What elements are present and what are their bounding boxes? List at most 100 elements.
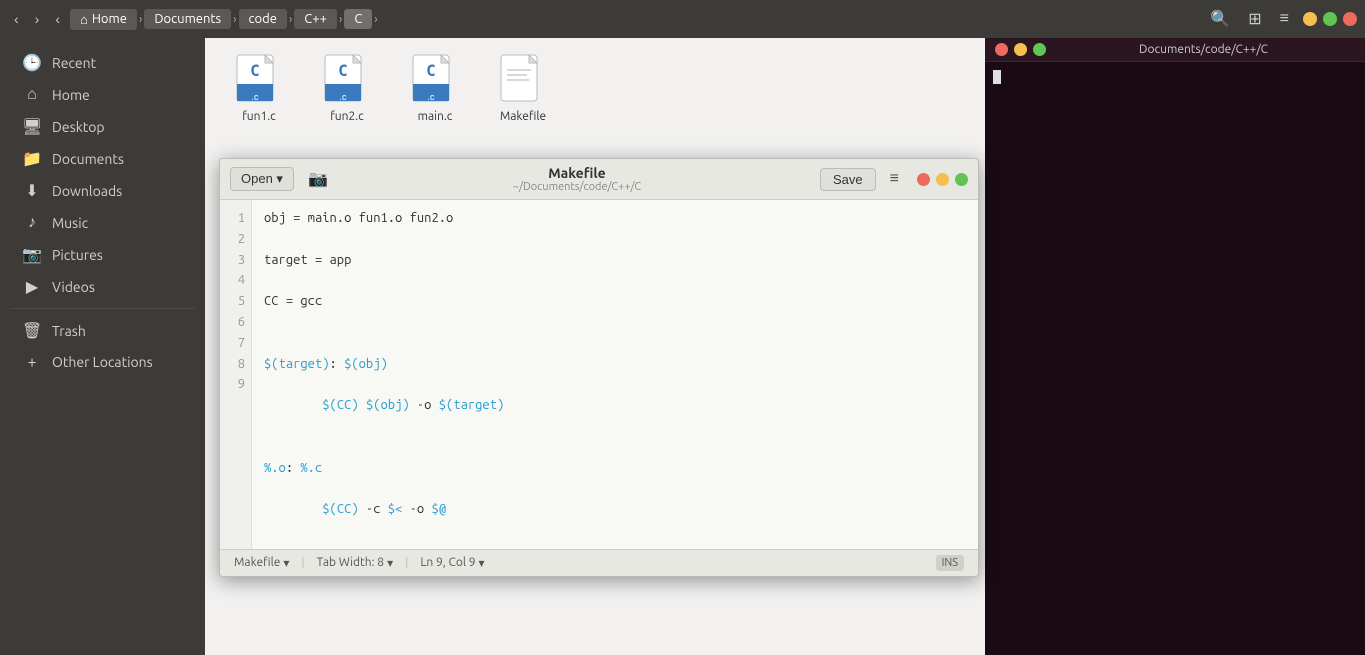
sidebar-item-recent[interactable]: 🕒 Recent <box>6 47 199 78</box>
editor-maximize-button[interactable] <box>955 173 968 186</box>
terminal-titlebar: Documents/code/C++/C <box>985 38 1365 62</box>
sidebar-item-pictures[interactable]: 📷 Pictures <box>6 239 199 270</box>
breadcrumb-c[interactable]: C <box>344 9 372 29</box>
cursor-position-label: Ln 9, Col 9 <box>420 556 475 569</box>
editor-window-controls <box>917 173 968 186</box>
file-item-fun2c[interactable]: C .c fun2.c <box>307 48 387 129</box>
breadcrumb-cpp-label: C++ <box>304 12 327 26</box>
breadcrumb-c-label: C <box>354 12 362 26</box>
terminal-maximize-button[interactable] <box>1033 43 1046 56</box>
documents-icon: 📁 <box>22 149 42 168</box>
sidebar-item-desktop[interactable]: 🖥 Desktop <box>6 111 199 142</box>
terminal-panel: Documents/code/C++/C <box>985 38 1365 655</box>
statusbar-sep2: | <box>405 556 408 569</box>
cursor-position-arrow-icon: ▾ <box>479 556 485 570</box>
breadcrumb-sep-3: › <box>287 13 294 26</box>
makefile-icon <box>499 54 547 106</box>
editor-content: 1234 56789 obj = main.o fun1.o fun2.o ta… <box>220 200 978 549</box>
window-controls <box>1303 12 1357 26</box>
sidebar-item-music[interactable]: ♪ Music <box>6 207 199 238</box>
sidebar-item-home[interactable]: ⌂ Home <box>6 79 199 110</box>
c-file-icon-fun1: C .c <box>235 54 283 106</box>
editor-filepath: ~/Documents/code/C++/C <box>342 181 812 193</box>
code-editor[interactable]: obj = main.o fun1.o fun2.o target = app … <box>252 200 978 549</box>
svg-text:C: C <box>426 61 436 80</box>
breadcrumb-sep-5: › <box>372 13 379 26</box>
editor-toolbar-icon-button[interactable]: 📷 <box>302 166 334 192</box>
svg-text:.c: .c <box>339 92 347 102</box>
nav-back-button[interactable]: ‹ <box>8 7 25 31</box>
window-close-button[interactable] <box>1343 12 1357 26</box>
main-layout: 🕒 Recent ⌂ Home 🖥 Desktop 📁 Documents ⬇ … <box>0 38 1365 655</box>
editor-save-button[interactable]: Save <box>820 168 876 191</box>
svg-text:C: C <box>338 61 348 80</box>
window-minimize-button[interactable] <box>1303 12 1317 26</box>
terminal-title: Documents/code/C++/C <box>1052 43 1355 56</box>
breadcrumb-sep-2: › <box>231 13 238 26</box>
music-icon: ♪ <box>22 213 42 232</box>
trash-icon: 🗑 <box>22 321 42 340</box>
cursor-position[interactable]: Ln 9, Col 9 ▾ <box>416 554 488 572</box>
editor-close-button[interactable] <box>917 173 930 186</box>
filetype-arrow-icon: ▾ <box>283 556 289 570</box>
sidebar-item-home-label: Home <box>52 87 90 103</box>
editor-minimize-button[interactable] <box>936 173 949 186</box>
nav-forward-button[interactable]: › <box>29 7 46 31</box>
other-locations-icon: + <box>22 353 42 371</box>
nav-up-button[interactable]: ‹ <box>49 7 66 31</box>
file-area: C .c fun1.c C .c fun2.c <box>205 38 1365 655</box>
sidebar-item-videos[interactable]: ▶ Videos <box>6 271 199 302</box>
terminal-minimize-button[interactable] <box>1014 43 1027 56</box>
file-item-fun1c[interactable]: C .c fun1.c <box>219 48 299 129</box>
editor-open-label: Open ▾ <box>241 171 283 187</box>
c-file-icon-fun2: C .c <box>323 54 371 106</box>
sidebar-separator <box>10 308 195 309</box>
sidebar-item-desktop-label: Desktop <box>52 119 105 135</box>
editor-title-center: Makefile ~/Documents/code/C++/C <box>342 165 812 193</box>
sidebar-item-recent-label: Recent <box>52 55 96 71</box>
sidebar-item-videos-label: Videos <box>52 279 95 295</box>
c-file-icon-main: C .c <box>411 54 459 106</box>
window-maximize-button[interactable] <box>1323 12 1337 26</box>
recent-icon: 🕒 <box>22 53 42 72</box>
file-label-mainc: main.c <box>418 110 453 123</box>
sidebar-item-downloads[interactable]: ⬇ Downloads <box>6 175 199 206</box>
grid-view-button[interactable]: ⊞ <box>1242 5 1267 33</box>
tab-width-selector[interactable]: Tab Width: 8 ▾ <box>313 554 397 572</box>
sidebar-item-other-label: Other Locations <box>52 354 153 370</box>
editor-open-button[interactable]: Open ▾ <box>230 167 294 191</box>
breadcrumb-documents[interactable]: Documents <box>144 9 231 29</box>
breadcrumb-code[interactable]: code <box>239 9 287 29</box>
terminal-close-button[interactable] <box>995 43 1008 56</box>
breadcrumb: ⌂ Home › Documents › code › C++ › C › <box>70 9 1200 30</box>
menu-button[interactable]: ≡ <box>1274 6 1295 32</box>
file-item-mainc[interactable]: C .c main.c <box>395 48 475 129</box>
videos-icon: ▶ <box>22 277 42 296</box>
file-label-makefile: Makefile <box>500 110 546 123</box>
editor-titlebar: Open ▾ 📷 Makefile ~/Documents/code/C++/C… <box>220 159 978 200</box>
insert-mode: INS <box>932 553 968 573</box>
insert-mode-label: INS <box>936 555 964 571</box>
editor-menu-button[interactable]: ≡ <box>884 167 905 191</box>
editor-statusbar: Makefile ▾ | Tab Width: 8 ▾ | Ln 9, Col … <box>220 549 978 576</box>
line-numbers: 1234 56789 <box>220 200 252 549</box>
breadcrumb-home[interactable]: ⌂ Home <box>70 9 137 30</box>
terminal-body[interactable] <box>985 62 1365 655</box>
sidebar-item-other[interactable]: + Other Locations <box>6 347 199 377</box>
file-item-makefile[interactable]: Makefile <box>483 48 563 129</box>
filetype-selector[interactable]: Makefile ▾ <box>230 554 293 572</box>
home-icon: ⌂ <box>22 85 42 104</box>
sidebar-item-trash[interactable]: 🗑 Trash <box>6 315 199 346</box>
sidebar-item-downloads-label: Downloads <box>52 183 122 199</box>
sidebar-item-documents[interactable]: 📁 Documents <box>6 143 199 174</box>
statusbar-sep1: | <box>301 556 304 569</box>
tab-width-arrow-icon: ▾ <box>387 556 393 570</box>
breadcrumb-home-label: Home <box>92 12 127 26</box>
top-nav-bar: ‹ › ‹ ⌂ Home › Documents › code › C++ › … <box>0 0 1365 38</box>
terminal-cursor <box>993 70 1001 84</box>
pictures-icon: 📷 <box>22 245 42 264</box>
search-button[interactable]: 🔍 <box>1204 5 1236 33</box>
breadcrumb-cpp[interactable]: C++ <box>294 9 337 29</box>
editor-save-label: Save <box>833 172 863 187</box>
tab-width-label: Tab Width: 8 <box>317 556 384 569</box>
